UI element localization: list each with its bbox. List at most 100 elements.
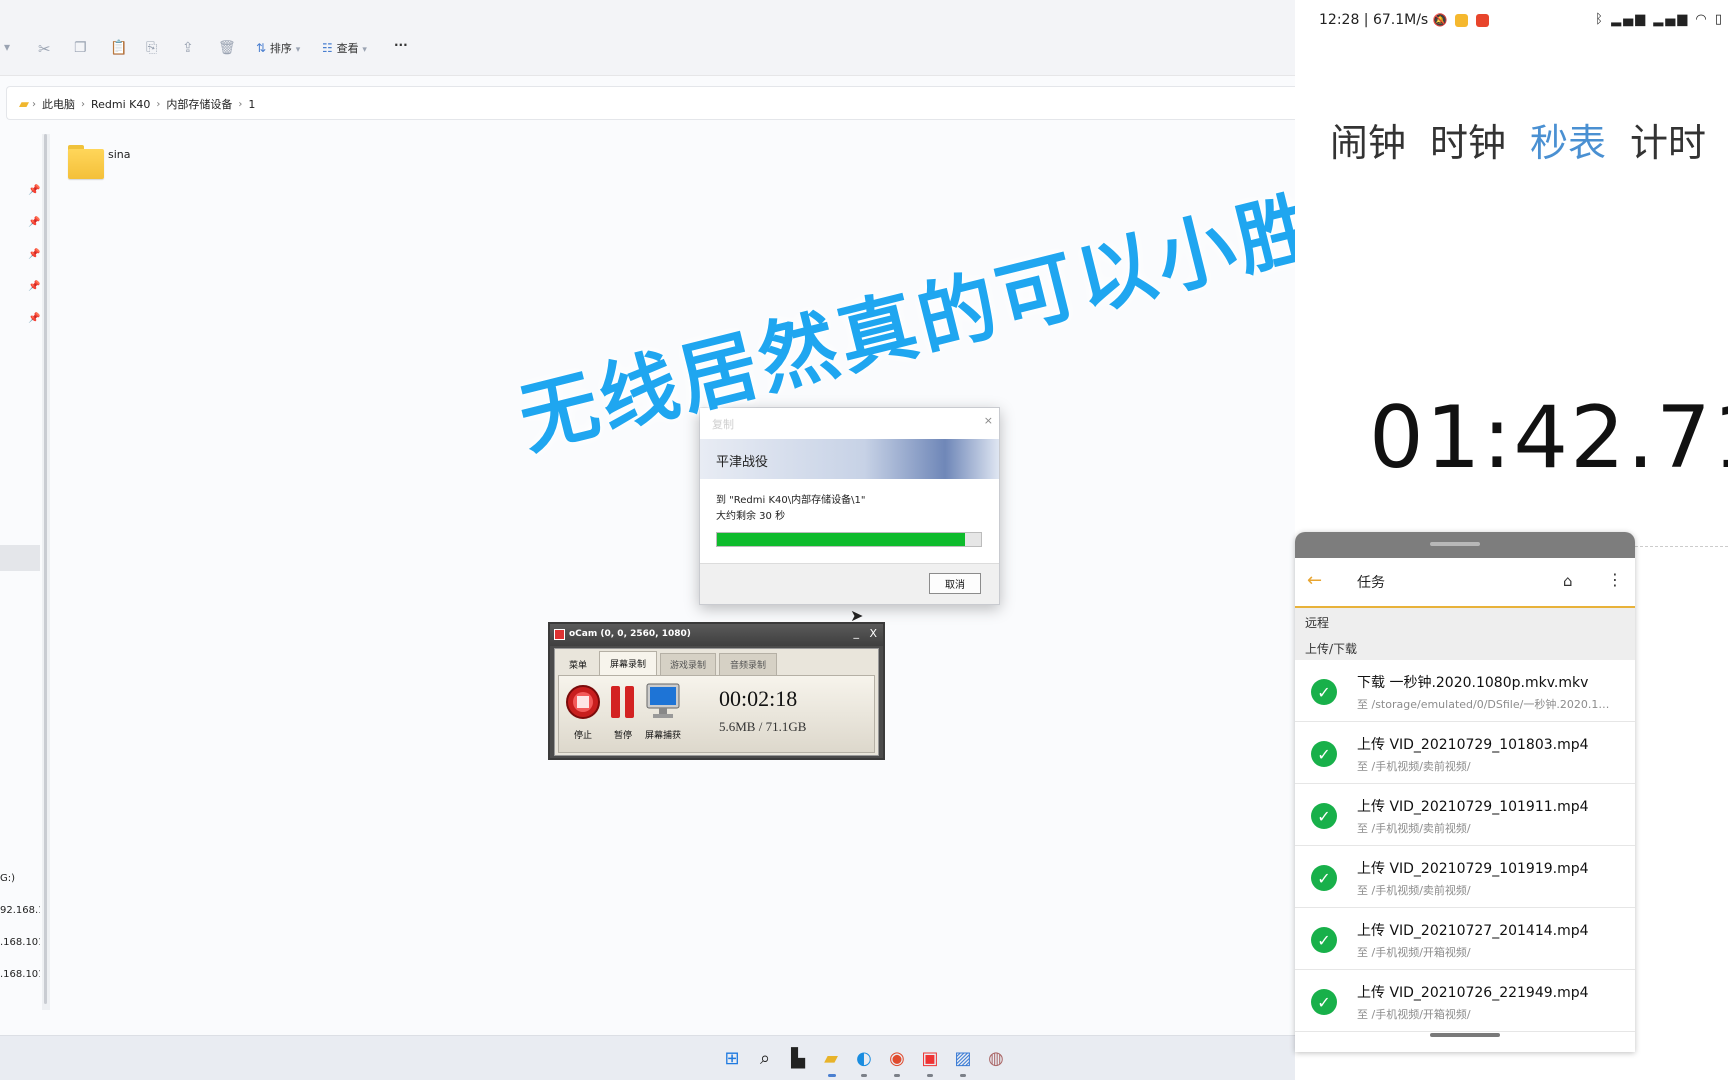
screen-capture-icon[interactable] [645, 682, 681, 722]
check-circle-icon: ✓ [1311, 927, 1337, 953]
signal-icon: ▂▄▆ [1653, 12, 1690, 27]
windows-start-icon[interactable]: ⊞ [720, 1046, 744, 1070]
ocam-recording-body: 停止 暂停 屏幕捕获 00:02:18 5.6MB / 71.1GB [558, 675, 875, 753]
chevron-right-icon: › [32, 98, 36, 110]
folder-sina-icon[interactable] [68, 145, 106, 179]
dialog-close-button[interactable]: × [984, 414, 993, 427]
breadcrumb-this-pc[interactable]: 此电脑 [42, 96, 75, 112]
nav-item-network-2[interactable]: .168.101. [0, 937, 40, 948]
ocam-minimize-button[interactable]: _ [854, 626, 860, 639]
search-icon[interactable]: ⌕ [753, 1046, 777, 1070]
pin-icon[interactable]: 📌 [28, 249, 40, 260]
file-explorer-window: ▾ ✂ ❐ 📋 ⎘ ⇪ 🗑 ⇅ 排序 ▾ ☷ 查看 ▾ ··· ▰ › 此电脑 … [0, 0, 1295, 1035]
cut-icon[interactable]: ✂ [38, 40, 51, 58]
view-icon: ☷ [322, 41, 333, 55]
task-row[interactable]: ✓ 下载 一秒钟.2020.1080p.mkv.mkv 至 /storage/e… [1295, 660, 1635, 722]
app-avatar-icon[interactable]: ◍ [984, 1046, 1008, 1070]
tab-screen-recording[interactable]: 屏幕录制 [599, 651, 657, 675]
status-bar-left: 12:28 | 67.1M/s 🔕 [1319, 12, 1489, 28]
ocam-close-button[interactable]: X [869, 627, 877, 640]
tab-stopwatch[interactable]: 秒表 [1530, 112, 1606, 167]
wifi-icon: ◠ [1695, 12, 1709, 27]
tab-timer[interactable]: 计时 [1630, 112, 1706, 167]
tab-alarm[interactable]: 闹钟 [1330, 112, 1406, 167]
back-arrow-icon[interactable]: ← [1307, 570, 1322, 591]
ocam-panel: 菜单 屏幕录制 游戏录制 音频录制 停止 暂停 屏幕捕获 00:02:18 5.… [554, 648, 879, 756]
task-panel-title: 任务 [1357, 575, 1385, 591]
pause-icon[interactable] [605, 682, 641, 722]
breadcrumb-internal-storage[interactable]: 内部存储设备 [166, 96, 232, 112]
task-view-icon[interactable]: ▙ [786, 1046, 810, 1070]
sort-chevron-icon: ▾ [295, 45, 301, 55]
breadcrumb-redmi-k40[interactable]: Redmi K40 [91, 98, 150, 111]
notification-app-icon [1455, 13, 1469, 27]
nav-item-drive[interactable]: G:) [0, 873, 40, 884]
check-circle-icon: ✓ [1311, 803, 1337, 829]
task-path: 至 /手机视频/卖前视频/ [1357, 822, 1471, 835]
phone-screen: 12:28 | 67.1M/s 🔕 ᛒ ▂▄▆ ▂▄▆ ◠ ▯ 闹钟 时钟 秒表… [1295, 0, 1728, 1080]
task-row[interactable]: ✓ 上传 VID_20210729_101803.mp4 至 /手机视频/卖前视… [1295, 722, 1635, 784]
pin-icon[interactable]: 📌 [28, 313, 40, 324]
tab-menu[interactable]: 菜单 [559, 653, 597, 675]
tab-clock[interactable]: 时钟 [1430, 112, 1506, 167]
recording-file-size: 5.6MB / 71.1GB [719, 719, 807, 734]
edge-icon[interactable]: ◐ [852, 1046, 876, 1070]
folder-icon: ▰ [19, 96, 29, 112]
view-label: 查看 [336, 42, 359, 55]
paste-icon[interactable]: 📋 [110, 40, 127, 56]
running-indicator [960, 1074, 966, 1077]
stop-record-icon[interactable] [565, 682, 601, 722]
task-row[interactable]: ✓ 上传 VID_20210726_221949.mp4 至 /手机视频/开箱视… [1295, 970, 1635, 1032]
view-chevron-icon: ▾ [362, 45, 367, 55]
share-icon[interactable]: ⇪ [182, 40, 194, 56]
gesture-bar[interactable] [1430, 1033, 1500, 1037]
address-bar[interactable]: ▰ › 此电脑 › Redmi K40 › 内部存储设备 › 1 [6, 86, 1295, 120]
sort-button[interactable]: ⇅ 排序 ▾ [256, 40, 300, 56]
tab-game-recording[interactable]: 游戏录制 [660, 653, 716, 675]
task-row[interactable]: ✓ 上传 VID_20210729_101919.mp4 至 /手机视频/卖前视… [1295, 846, 1635, 908]
task-panel-header: ← 任务 ⌂ ⋮ [1295, 558, 1635, 608]
nav-selected-item[interactable] [0, 545, 40, 571]
breadcrumb-folder-1[interactable]: 1 [248, 98, 255, 111]
more-vertical-icon[interactable]: ⋮ [1607, 570, 1623, 589]
chevron-right-icon: › [156, 98, 161, 110]
cancel-button[interactable]: 取消 [929, 573, 981, 594]
taskbar: ⊞ ⌕ ▙ ▰ ◐ ◉ ▣ ▨ ◍ [0, 1035, 1295, 1080]
ocam-title-bar[interactable]: oCam (0, 0, 2560, 1080) _ X [550, 624, 883, 646]
copy-progress-bar [716, 532, 982, 547]
view-button[interactable]: ☷ 查看 ▾ [322, 40, 367, 56]
task-path: 至 /手机视频/卖前视频/ [1357, 884, 1471, 897]
clear-tasks-icon[interactable]: ⌂ [1563, 572, 1573, 590]
nav-item-network-3[interactable]: .168.101. [0, 969, 40, 980]
breadcrumb: ▰ › 此电脑 › Redmi K40 › 内部存储设备 › 1 [19, 96, 258, 112]
clock-tabs: 闹钟 时钟 秒表 计时 [1330, 112, 1706, 167]
folder-sina-label[interactable]: sina [108, 148, 131, 161]
divider [1635, 546, 1728, 547]
task-path: 至 /手机视频/开箱视频/ [1357, 1008, 1471, 1021]
pin-icon[interactable]: 📌 [28, 185, 40, 196]
ocam-icon[interactable]: ▣ [918, 1046, 942, 1070]
file-explorer-icon[interactable]: ▰ [819, 1046, 843, 1070]
rename-icon[interactable]: ⎘ [146, 40, 157, 56]
task-row[interactable]: ✓ 上传 VID_20210729_101911.mp4 至 /手机视频/卖前视… [1295, 784, 1635, 846]
nav-item-network-1[interactable]: 92.168.1 [0, 905, 40, 916]
task-path: 至 /storage/emulated/0/DSfile/一秒钟.2020.10… [1357, 698, 1615, 711]
dropdown-chevron-icon[interactable]: ▾ [4, 40, 10, 54]
dialog-footer: 取消 [700, 563, 999, 604]
copy-icon[interactable]: ❐ [74, 40, 87, 56]
image-viewer-icon[interactable]: ▨ [951, 1046, 975, 1070]
signal-icon: ▂▄▆ [1611, 12, 1648, 27]
chrome-icon[interactable]: ◉ [885, 1046, 909, 1070]
copy-progress-dialog: 复制 × 平津战役 到 "Redmi K40\内部存储设备\1" 大约剩余 30… [699, 407, 1000, 605]
panel-drag-handle[interactable] [1295, 532, 1635, 558]
battery-icon: ▯ [1714, 12, 1724, 27]
tab-audio-recording[interactable]: 音频录制 [719, 653, 777, 675]
pin-icon[interactable]: 📌 [28, 281, 40, 292]
pin-icon[interactable]: 📌 [28, 217, 40, 228]
stop-label: 停止 [573, 731, 592, 741]
delete-icon[interactable]: 🗑 [218, 40, 236, 56]
stopwatch-display: 01:42.71 [1369, 388, 1728, 488]
nav-scrollbar[interactable] [42, 134, 50, 1010]
more-options-button[interactable]: ··· [394, 38, 408, 52]
task-row[interactable]: ✓ 上传 VID_20210727_201414.mp4 至 /手机视频/开箱视… [1295, 908, 1635, 970]
